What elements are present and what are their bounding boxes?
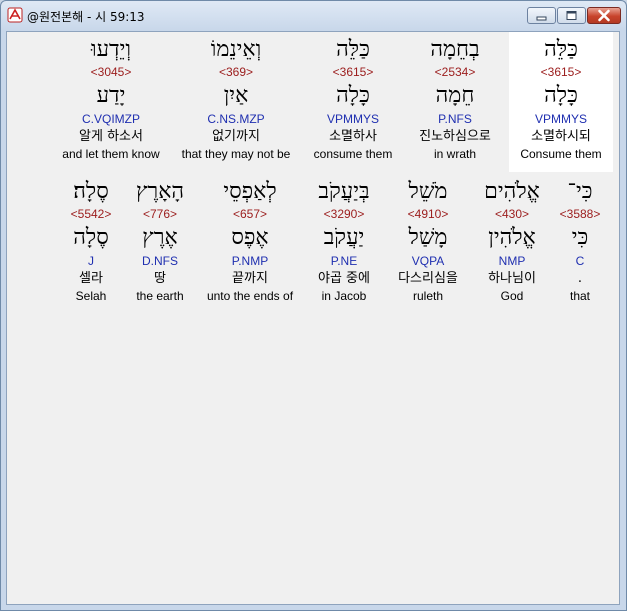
- english-gloss: consume them: [313, 147, 393, 161]
- korean-gloss: 야곱 중에: [318, 271, 370, 286]
- strong-number: <430>: [494, 207, 530, 221]
- english-gloss: Selah: [75, 289, 107, 303]
- close-button[interactable]: [587, 7, 621, 24]
- word-cell[interactable]: בְחֵמָה <2534> חֵמָה P.NFS 진노하심으로 in wra…: [400, 32, 510, 172]
- word-cell[interactable]: מֹשֵׁל <4910> מָשַׁל VQPA 다스리심을 ruleth: [384, 174, 472, 314]
- parsing-code: P.NFS: [438, 112, 472, 126]
- hebrew-word: וְאֵינֵמוֹ: [210, 37, 262, 62]
- word-cell[interactable]: בְּיַעֲקֹב <3290> יַעֲקֹב P.NE 야곱 중에 in …: [305, 174, 383, 314]
- hebrew-word: כַּלֵּה: [544, 37, 578, 62]
- lemma-word: אַיִן: [223, 83, 249, 108]
- word-cell[interactable]: וְאֵינֵמוֹ <369> אַיִן C.NS.MZP 없기까지 tha…: [171, 32, 301, 172]
- lemma-word: כִּי: [571, 225, 589, 250]
- word-cell[interactable]: אֱלֹהִים <430> אֱלֹהִין NMP 하나님이 God: [472, 174, 552, 314]
- parsing-code: NMP: [498, 254, 526, 268]
- korean-gloss: 하나님이: [488, 271, 536, 286]
- hebrew-word: סֶלָה׃: [73, 179, 109, 204]
- korean-gloss: 진노하심으로: [419, 129, 491, 144]
- strong-number: <3588>: [559, 207, 601, 221]
- english-gloss: Consume them: [520, 147, 602, 161]
- word-cell[interactable]: וְיֵדְעוּ <3045> יָדַע C.VQIMZP 알게 하소서 a…: [53, 32, 169, 172]
- lemma-word: סֶלָה: [73, 225, 109, 250]
- word-cell[interactable]: הָאָרֶץ <776> אֶרֶץ D.NFS 땅 the earth: [125, 174, 195, 314]
- english-gloss: ruleth: [412, 289, 444, 303]
- interlinear-view[interactable]: כַּלֵּה <3615> כָּלָה VPMMYS 소멸하시되 Consu…: [6, 31, 620, 605]
- word-cell[interactable]: כַּלֵּה <3615> כָּלָה VPMMYS 소멸하시되 Consu…: [509, 32, 613, 172]
- title-bar[interactable]: @원전본해 - 시 59:13: [1, 1, 626, 31]
- parsing-code: C.VQIMZP: [81, 112, 140, 126]
- close-icon: [598, 9, 610, 22]
- strong-number: <657>: [232, 207, 268, 221]
- hebrew-word: וְיֵדְעוּ: [90, 37, 132, 62]
- word-cell[interactable]: כַּלֵּה <3615> כָּלָה VPMMYS 소멸하사 consum…: [298, 32, 408, 172]
- english-gloss: that they may not be: [181, 147, 291, 161]
- korean-gloss: 셀라: [79, 271, 103, 286]
- english-gloss: that: [569, 289, 590, 303]
- hebrew-word: כִּי־: [567, 179, 593, 204]
- hebrew-word: בְחֵמָה: [430, 37, 480, 62]
- lemma-word: כָּלָה: [544, 83, 578, 108]
- english-gloss: the earth: [136, 289, 184, 303]
- word-cell[interactable]: סֶלָה׃ <5542> סֶלָה J 셀라 Selah: [59, 174, 123, 314]
- strong-number: <3615>: [332, 65, 374, 79]
- strong-number: <2534>: [434, 65, 476, 79]
- app-icon: [7, 7, 23, 23]
- minimize-icon: [536, 16, 547, 21]
- korean-gloss: 소멸하시되: [531, 129, 591, 144]
- app-window: @원전본해 - 시 59:13 כַּלֵּה <3615> כָּלָה VP…: [0, 0, 627, 611]
- english-gloss: in Jacob: [321, 289, 367, 303]
- strong-number: <3290>: [323, 207, 365, 221]
- parsing-code: VPMMYS: [326, 112, 379, 126]
- parsing-code: P.NE: [330, 254, 358, 268]
- strong-number: <369>: [218, 65, 254, 79]
- korean-gloss: 다스리심을: [398, 271, 458, 286]
- korean-gloss: 없기까지: [212, 129, 260, 144]
- parsing-code: C.NS.MZP: [207, 112, 265, 126]
- word-cell[interactable]: כִּי־ <3588> כִּי C . that: [553, 174, 607, 314]
- parsing-code: D.NFS: [142, 254, 178, 268]
- strong-number: <4910>: [407, 207, 449, 221]
- parsing-code: C: [575, 254, 585, 268]
- parsing-code: P.NMP: [231, 254, 269, 268]
- parsing-code: VPMMYS: [534, 112, 587, 126]
- hebrew-word: הָאָרֶץ: [135, 179, 185, 204]
- korean-gloss: 소멸하사: [329, 129, 377, 144]
- english-gloss: unto the ends of: [206, 289, 294, 303]
- korean-gloss: .: [577, 271, 583, 286]
- window-title: @원전본해 - 시 59:13: [27, 10, 145, 24]
- strong-number: <776>: [142, 207, 178, 221]
- hebrew-word: בְּיַעֲקֹב: [318, 179, 370, 204]
- hebrew-word: כַּלֵּה: [336, 37, 370, 62]
- hebrew-word: לְאַפְסֵי: [223, 179, 277, 204]
- lemma-word: יַעֲקֹב: [323, 225, 365, 250]
- hebrew-word: אֱלֹהִים: [484, 179, 540, 204]
- english-gloss: God: [500, 289, 524, 303]
- english-gloss: in wrath: [433, 147, 477, 161]
- strong-number: <3045>: [90, 65, 132, 79]
- korean-gloss: 땅: [154, 271, 166, 286]
- hebrew-word: מֹשֵׁל: [408, 179, 448, 204]
- strong-number: <3615>: [540, 65, 582, 79]
- maximize-button[interactable]: [557, 7, 586, 24]
- parsing-code: VQPA: [411, 254, 445, 268]
- lemma-word: אֱלֹהִין: [488, 225, 536, 250]
- minimize-button[interactable]: [527, 7, 556, 24]
- lemma-word: חֵמָה: [435, 83, 475, 108]
- maximize-icon: [566, 11, 577, 20]
- word-cell[interactable]: לְאַפְסֵי <657> אֶפֶס P.NMP 끝까지 unto the…: [197, 174, 303, 314]
- lemma-word: אֶפֶס: [231, 225, 269, 250]
- korean-gloss: 알게 하소서: [79, 129, 143, 144]
- lemma-word: מָשַׁל: [408, 225, 448, 250]
- korean-gloss: 끝까지: [232, 271, 268, 286]
- strong-number: <5542>: [70, 207, 112, 221]
- lemma-word: יָדַע: [96, 83, 126, 108]
- parsing-code: J: [88, 254, 94, 268]
- english-gloss: and let them know: [62, 147, 160, 161]
- lemma-word: אֶרֶץ: [142, 225, 178, 250]
- lemma-word: כָּלָה: [336, 83, 370, 108]
